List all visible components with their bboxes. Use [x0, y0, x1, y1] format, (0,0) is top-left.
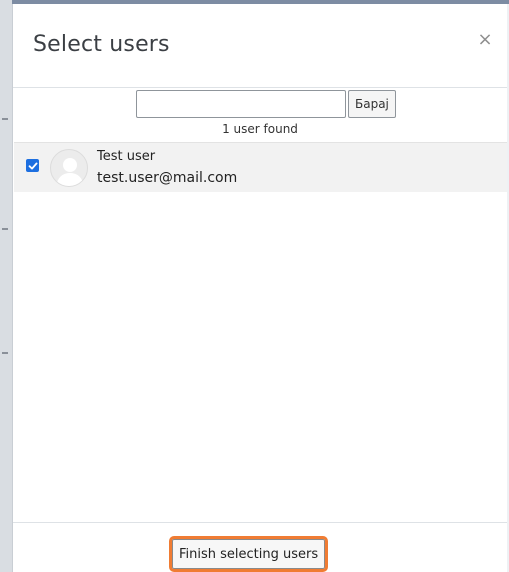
- user-row[interactable]: Test user test.user@mail.com: [14, 142, 507, 192]
- results-count: 1 user found: [222, 122, 298, 136]
- background-page-edge: [0, 0, 12, 572]
- user-avatar-icon: [50, 149, 88, 187]
- search-button[interactable]: Барај: [348, 90, 396, 118]
- user-email: test.user@mail.com: [97, 170, 238, 186]
- select-users-dialog: Select users × Барај 1 user found Test u…: [12, 4, 507, 572]
- dialog-header: Select users ×: [13, 4, 507, 88]
- close-button[interactable]: ×: [475, 30, 495, 50]
- search-bar: Барај: [136, 90, 396, 118]
- page: Select users × Барај 1 user found Test u…: [0, 0, 509, 572]
- user-name: Test user: [97, 149, 156, 164]
- checkmark-icon: [28, 162, 37, 169]
- dialog-title: Select users: [33, 32, 170, 57]
- checkbox-checked-icon[interactable]: [26, 159, 39, 172]
- background-mark: [2, 352, 8, 354]
- background-mark: [2, 228, 8, 230]
- finish-selecting-users-button[interactable]: Finish selecting users: [168, 536, 329, 572]
- default-avatar-icon: [56, 158, 84, 186]
- search-input[interactable]: [136, 90, 346, 118]
- background-mark: [2, 118, 8, 120]
- close-icon: ×: [477, 29, 493, 50]
- user-list: Test user test.user@mail.com: [14, 142, 507, 522]
- dialog-footer: Finish selecting users: [13, 522, 507, 572]
